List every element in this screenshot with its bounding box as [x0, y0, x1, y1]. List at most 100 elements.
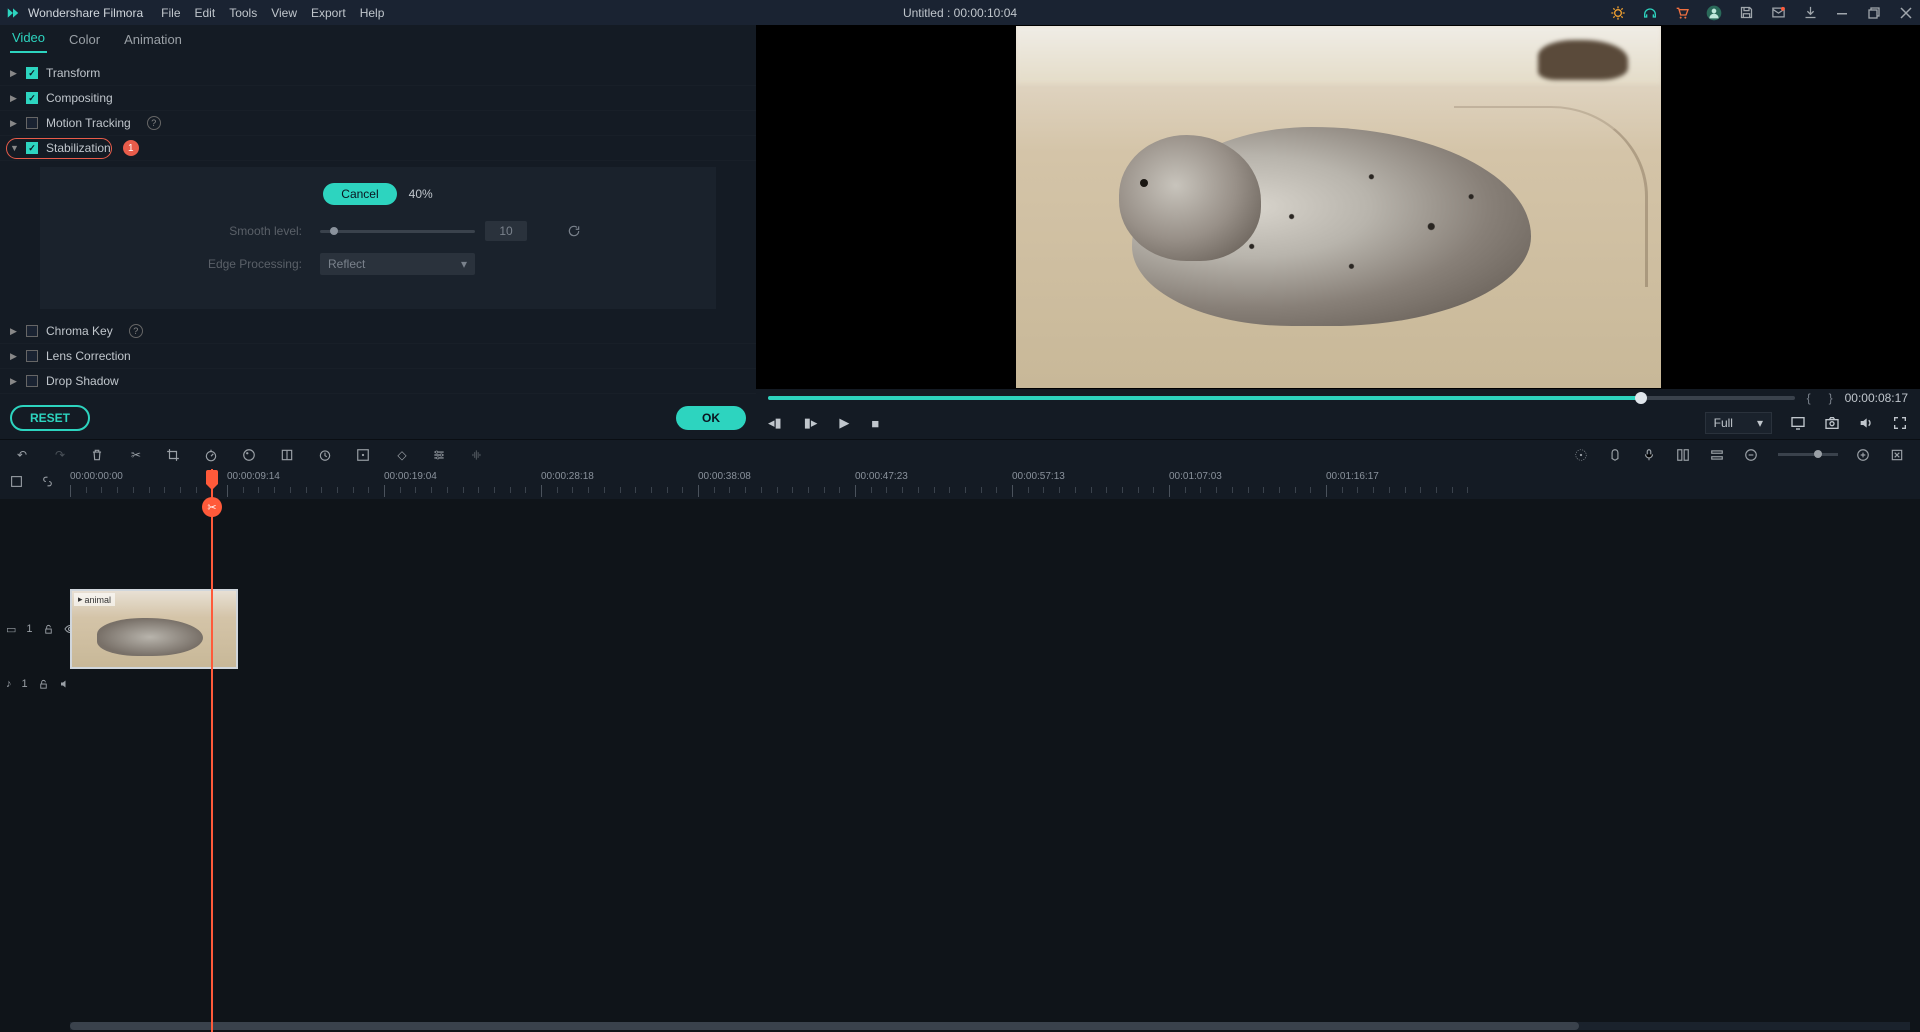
- audio-icon[interactable]: [470, 448, 486, 462]
- reset-button[interactable]: RESET: [10, 405, 90, 431]
- prop-lens-correction[interactable]: ▶ Lens Correction: [0, 344, 756, 369]
- collapse-icon[interactable]: ▼: [10, 143, 18, 153]
- menu-file[interactable]: File: [161, 6, 180, 20]
- undo-icon[interactable]: ↶: [14, 448, 30, 462]
- tab-color[interactable]: Color: [67, 26, 102, 53]
- next-frame-button[interactable]: ▮▸: [804, 415, 818, 431]
- window-restore-icon[interactable]: [1866, 5, 1882, 21]
- fullscreen-icon[interactable]: [1892, 415, 1908, 431]
- checkbox-stabilization[interactable]: [26, 142, 38, 154]
- prop-stabilization[interactable]: ▼ Stabilization 1: [0, 136, 756, 161]
- expand-icon[interactable]: ▶: [10, 118, 18, 129]
- checkbox-chroma-key[interactable]: [26, 325, 38, 337]
- smooth-level-slider[interactable]: [320, 230, 475, 233]
- playhead-scissors-icon[interactable]: ✂: [202, 497, 222, 517]
- checkbox-transform[interactable]: [26, 67, 38, 79]
- prev-frame-button[interactable]: ◂▮: [768, 415, 782, 431]
- expand-icon[interactable]: ▶: [10, 93, 18, 104]
- playhead-cap-icon[interactable]: [206, 470, 218, 484]
- prop-motion-tracking[interactable]: ▶ Motion Tracking ?: [0, 111, 756, 136]
- expand-icon[interactable]: ▶: [10, 351, 18, 362]
- menu-edit[interactable]: Edit: [195, 6, 216, 20]
- playback-progress[interactable]: [768, 396, 1795, 400]
- delete-icon[interactable]: [90, 448, 106, 462]
- green-screen-icon[interactable]: [280, 448, 296, 462]
- timeline-select-icon[interactable]: [10, 475, 23, 488]
- expand-icon[interactable]: ▶: [10, 68, 18, 79]
- adjust-icon[interactable]: [432, 448, 448, 462]
- download-icon[interactable]: [1802, 5, 1818, 21]
- menu-view[interactable]: View: [271, 6, 297, 20]
- display-icon[interactable]: [1790, 415, 1806, 431]
- playhead[interactable]: ✂: [211, 469, 213, 1032]
- zoom-out-icon[interactable]: [1744, 448, 1760, 462]
- play-button[interactable]: ▶: [839, 415, 849, 431]
- voiceover-icon[interactable]: [1642, 448, 1658, 462]
- prop-chroma-key[interactable]: ▶ Chroma Key ?: [0, 319, 756, 344]
- mute-icon[interactable]: [59, 678, 71, 690]
- title-bar: Wondershare Filmora File Edit Tools View…: [0, 0, 1920, 25]
- render-icon[interactable]: [1574, 448, 1590, 462]
- lock-icon[interactable]: [43, 624, 54, 635]
- prop-compositing[interactable]: ▶ Compositing: [0, 86, 756, 111]
- cart-icon[interactable]: [1674, 5, 1690, 21]
- menu-help[interactable]: Help: [360, 6, 385, 20]
- prop-label: Stabilization: [46, 141, 111, 155]
- redo-icon[interactable]: ↷: [52, 448, 68, 462]
- zoom-fit-icon[interactable]: [1890, 448, 1906, 462]
- duration-icon[interactable]: [318, 448, 334, 462]
- checkbox-motion-tracking[interactable]: [26, 117, 38, 129]
- zoom-slider[interactable]: [1778, 453, 1838, 456]
- expand-icon[interactable]: ▶: [10, 376, 18, 387]
- expand-icon[interactable]: ▶: [10, 326, 18, 337]
- checkbox-lens-correction[interactable]: [26, 350, 38, 362]
- split-icon[interactable]: ✂: [128, 448, 144, 462]
- reset-icon[interactable]: [567, 224, 581, 238]
- keyframe-icon[interactable]: ◇: [394, 448, 410, 462]
- marker-icon[interactable]: [1608, 448, 1624, 462]
- save-icon[interactable]: [1738, 5, 1754, 21]
- volume-icon[interactable]: [1858, 415, 1874, 431]
- support-icon[interactable]: [1642, 5, 1658, 21]
- progress-percent: 40%: [409, 187, 433, 201]
- ruler-tick: 00:01:16:17: [1326, 471, 1379, 482]
- timeline-scrollbar[interactable]: [70, 1022, 1910, 1030]
- preview-viewport: [756, 25, 1920, 389]
- timeline-ruler[interactable]: 00:00:00:0000:00:09:1400:00:19:0400:00:2…: [0, 469, 1920, 499]
- prop-transform[interactable]: ▶ Transform: [0, 61, 756, 86]
- mark-in-icon[interactable]: {: [1807, 391, 1811, 405]
- cancel-button[interactable]: Cancel: [323, 183, 396, 205]
- premium-icon[interactable]: [1610, 5, 1626, 21]
- speed-icon[interactable]: [204, 448, 220, 462]
- properties-panel: Video Color Animation ▶ Transform ▶ Comp…: [0, 25, 756, 439]
- window-minimize-icon[interactable]: [1834, 5, 1850, 21]
- menu-export[interactable]: Export: [311, 6, 346, 20]
- help-icon[interactable]: ?: [129, 324, 143, 338]
- edge-processing-select[interactable]: Reflect ▾: [320, 253, 475, 275]
- timeline-link-icon[interactable]: [41, 475, 54, 488]
- menu-tools[interactable]: Tools: [229, 6, 257, 20]
- checkbox-drop-shadow[interactable]: [26, 375, 38, 387]
- mixer-icon[interactable]: [1676, 448, 1692, 462]
- stop-button[interactable]: ■: [871, 416, 879, 431]
- window-close-icon[interactable]: [1898, 5, 1914, 21]
- account-icon[interactable]: [1706, 5, 1722, 21]
- help-icon[interactable]: ?: [147, 116, 161, 130]
- prop-drop-shadow[interactable]: ▶ Drop Shadow: [0, 369, 756, 394]
- detach-icon[interactable]: [356, 448, 372, 462]
- color-icon[interactable]: [242, 448, 258, 462]
- mark-out-icon[interactable]: }: [1829, 391, 1833, 405]
- track-manager-icon[interactable]: [1710, 448, 1726, 462]
- tab-video[interactable]: Video: [10, 24, 47, 53]
- lock-icon[interactable]: [38, 679, 49, 690]
- crop-icon[interactable]: [166, 448, 182, 462]
- zoom-in-icon[interactable]: [1856, 448, 1872, 462]
- preview-size-select[interactable]: Full ▾: [1705, 412, 1772, 434]
- checkbox-compositing[interactable]: [26, 92, 38, 104]
- tab-animation[interactable]: Animation: [122, 26, 184, 53]
- ok-button[interactable]: OK: [676, 406, 746, 430]
- notification-icon[interactable]: [1770, 5, 1786, 21]
- snapshot-icon[interactable]: [1824, 415, 1840, 431]
- smooth-level-value[interactable]: 10: [485, 221, 527, 241]
- ruler-tick: 00:00:19:04: [384, 471, 437, 482]
